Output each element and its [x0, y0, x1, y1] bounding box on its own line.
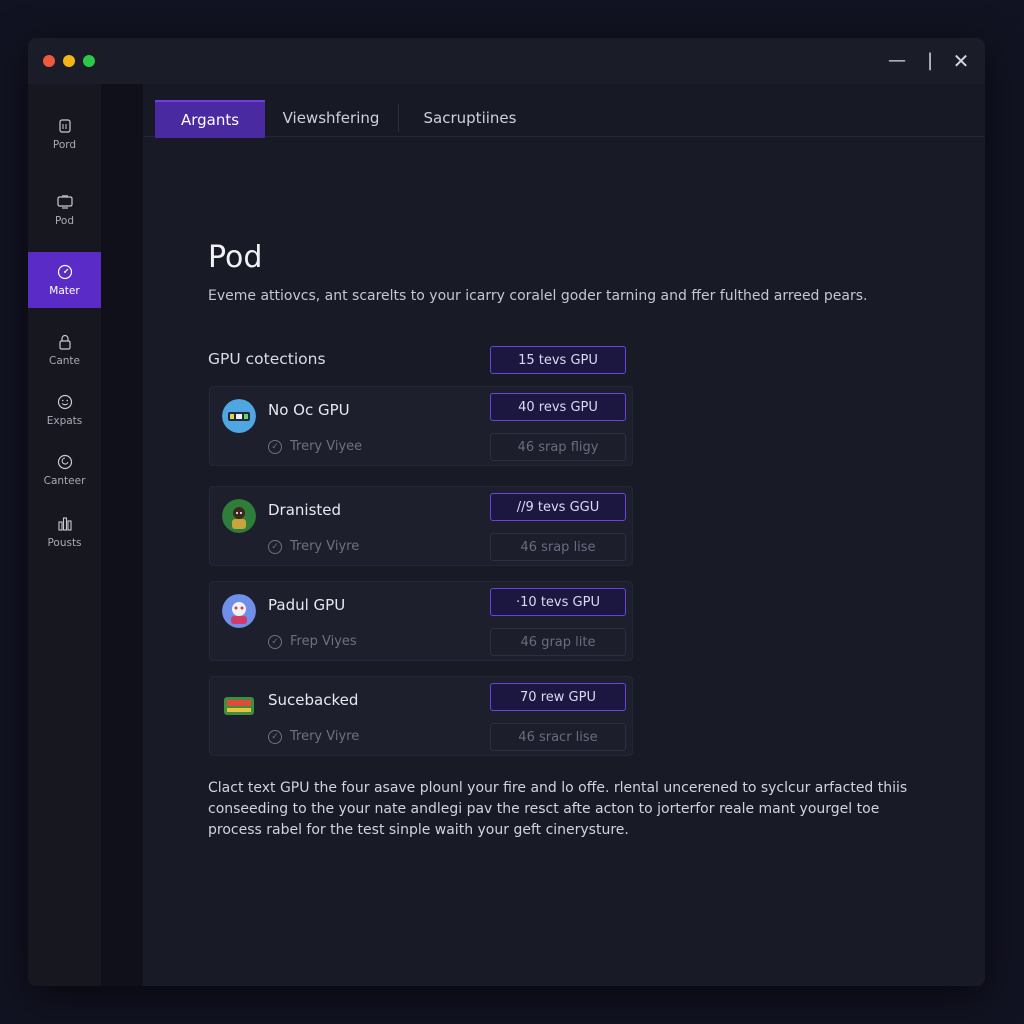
- card-subtitle-text: Trery Viyee: [290, 439, 363, 454]
- card-title: Dranisted: [268, 501, 342, 519]
- card-subtitle-text: Frep Viyes: [290, 634, 357, 649]
- sidebar-item-label: Mater: [49, 285, 80, 297]
- doc-icon: [56, 117, 74, 135]
- footer-line: Clact text GPU the four asave plounl you…: [208, 780, 908, 796]
- avatar: [222, 399, 256, 433]
- tab-bar: Argants Viewshfering Sacruptiines: [143, 84, 985, 138]
- main-content: Argants Viewshfering Sacruptiines Pod Ev…: [143, 84, 985, 986]
- sidebar: Pord Pod Mater Cante Expats Canteer Pous…: [28, 84, 151, 986]
- card-gpu-pill[interactable]: //9 tevs GGU: [490, 493, 626, 521]
- card-secondary-pill[interactable]: 46 srap lise: [490, 533, 626, 561]
- card-secondary-pill[interactable]: 46 sracr lise: [490, 723, 626, 751]
- card-gpu-pill[interactable]: 40 revs GPU: [490, 393, 626, 421]
- sidebar-item-label: Pousts: [47, 537, 82, 549]
- sidebar-item-label: Canteer: [43, 475, 86, 487]
- avatar: [222, 689, 256, 723]
- sidebar-item-label: Cante: [49, 355, 80, 367]
- card-secondary-pill[interactable]: 46 srap fligy: [490, 433, 626, 461]
- zoom-traffic-light[interactable]: [83, 55, 95, 67]
- title-bar: — | ✕: [28, 38, 985, 84]
- maximize-button[interactable]: |: [917, 48, 943, 74]
- sidebar-item-pod[interactable]: Pod: [28, 182, 101, 238]
- footer-line: process rabel for the test sinple waith …: [208, 822, 629, 838]
- lock-icon: [56, 333, 74, 351]
- check-circle-icon: ✓: [268, 634, 282, 649]
- chart-icon: [56, 515, 74, 533]
- card-title: No Oc GPU: [268, 401, 350, 419]
- smile-icon: [56, 393, 74, 411]
- close-traffic-light[interactable]: [43, 55, 55, 67]
- tab-sacruptiines[interactable]: Sacruptiines: [405, 100, 535, 136]
- section-gpu-pill[interactable]: 15 tevs GPU: [490, 346, 626, 374]
- app-window: — | ✕ Pord Pod Mater Cante Expats Cantee…: [28, 38, 985, 986]
- sidebar-item-cante[interactable]: Cante: [28, 322, 101, 378]
- footer-line: conseeding to the your nate andlegi pav …: [208, 801, 880, 817]
- tab-divider: [398, 104, 399, 132]
- avatar: [222, 499, 256, 533]
- check-circle-icon: ✓: [268, 539, 282, 554]
- check-circle-icon: ✓: [268, 439, 282, 454]
- card-subtitle-text: Trery Viyre: [290, 729, 360, 744]
- tab-argants[interactable]: Argants: [155, 100, 265, 138]
- gpu-card[interactable]: Padul GPU ✓ Frep Viyes ·10 tevs GPU 46 g…: [209, 581, 633, 661]
- card-subtitle: ✓ Trery Viyee: [268, 439, 362, 454]
- card-gpu-pill[interactable]: 70 rew GPU: [490, 683, 626, 711]
- section-label: GPU cotections: [208, 350, 326, 368]
- tab-viewshfering[interactable]: Viewshfering: [271, 100, 391, 136]
- sidebar-item-expats[interactable]: Expats: [28, 382, 101, 438]
- card-subtitle: ✓ Frep Viyes: [268, 634, 357, 649]
- page-title: Pod: [208, 240, 263, 275]
- card-gpu-pill[interactable]: ·10 tevs GPU: [490, 588, 626, 616]
- sidebar-item-pousts[interactable]: Pousts: [28, 504, 101, 560]
- minimize-button[interactable]: —: [884, 48, 910, 74]
- sidebar-item-pord[interactable]: Pord: [28, 106, 101, 162]
- check-circle-icon: ✓: [268, 729, 282, 744]
- sidebar-item-canteer[interactable]: Canteer: [28, 442, 101, 498]
- globe-icon: [56, 453, 74, 471]
- sidebar-item-label: Pod: [54, 215, 75, 227]
- card-subtitle-text: Trery Viyre: [290, 539, 360, 554]
- gpu-card[interactable]: No Oc GPU ✓ Trery Viyee 40 revs GPU 46 s…: [209, 386, 633, 466]
- card-subtitle: ✓ Trery Viyre: [268, 539, 359, 554]
- minimize-traffic-light[interactable]: [63, 55, 75, 67]
- gpu-card[interactable]: Sucebacked ✓ Trery Viyre 70 rew GPU 46 s…: [209, 676, 633, 756]
- close-button[interactable]: ✕: [948, 48, 974, 74]
- card-title: Padul GPU: [268, 596, 346, 614]
- sidebar-item-label: Expats: [46, 415, 83, 427]
- card-title: Sucebacked: [268, 691, 359, 709]
- gpu-card[interactable]: Dranisted ✓ Trery Viyre //9 tevs GGU 46 …: [209, 486, 633, 566]
- gauge-icon: [56, 263, 74, 281]
- sidebar-gutter: [101, 84, 143, 986]
- monitor-icon: [56, 193, 74, 211]
- sidebar-item-label: Pord: [52, 139, 77, 151]
- card-subtitle: ✓ Trery Viyre: [268, 729, 359, 744]
- card-secondary-pill[interactable]: 46 grap lite: [490, 628, 626, 656]
- page-description: Eveme attiovcs, ant scarelts to your ica…: [208, 288, 868, 304]
- avatar: [222, 594, 256, 628]
- footer-paragraph: Clact text GPU the four asave plounl you…: [208, 778, 908, 841]
